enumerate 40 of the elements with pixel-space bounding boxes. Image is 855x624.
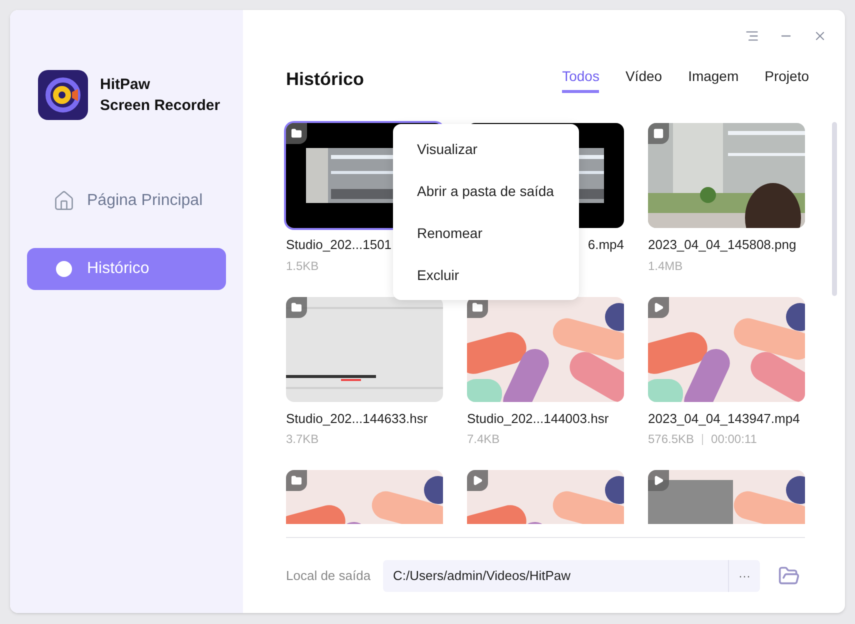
play-icon: [653, 302, 664, 312]
file-size: 1.5KB: [286, 258, 319, 274]
filter-tab[interactable]: Imagem: [688, 66, 739, 92]
menu-item[interactable]: Visualizar: [393, 128, 579, 170]
app-name: Screen Recorder: [100, 96, 220, 116]
folder-icon: [472, 302, 483, 312]
file-duration: 00:00:11: [711, 431, 757, 448]
filter-tab[interactable]: Todos: [562, 66, 600, 92]
file-name: 2023_04_04_145808.png: [648, 236, 796, 254]
file-name: Studio_202...144633.hsr: [286, 410, 428, 428]
file-name: 2023_04_04_143947.mp4: [648, 410, 800, 428]
menu-icon[interactable]: [745, 29, 759, 43]
menu-item[interactable]: Excluir: [393, 254, 579, 296]
browse-button[interactable]: ···: [728, 560, 760, 592]
filter-tab[interactable]: Projeto: [764, 66, 809, 92]
close-icon[interactable]: [813, 29, 827, 43]
menu-item[interactable]: Renomear: [393, 212, 579, 254]
file-size: 576.5KB: [648, 431, 694, 448]
output-path-field[interactable]: C:/Users/admin/Videos/HitPaw ···: [383, 560, 760, 592]
menu-item[interactable]: Abrir a pasta de saída: [393, 170, 579, 212]
scrollbar[interactable]: [832, 122, 837, 296]
folder-icon[interactable]: [778, 565, 800, 587]
app-logo: [38, 70, 88, 120]
play-icon: [472, 475, 483, 486]
folder-icon: [291, 475, 302, 486]
filter-tab[interactable]: Vídeo: [625, 66, 662, 92]
page-title: Histórico: [286, 68, 364, 90]
file-name: Studio_202...144003.hsr: [467, 410, 609, 428]
file-size: 3.7KB: [286, 431, 319, 448]
nav-item[interactable]: Página Principal: [27, 180, 226, 222]
app-name: HitPaw: [100, 75, 152, 95]
folder-icon: [291, 302, 302, 312]
file-size: 7.4KB: [467, 431, 500, 448]
file-name: 6.mp4: [588, 236, 624, 254]
output-label: Local de saída: [286, 567, 372, 586]
home-icon: [53, 190, 75, 212]
play-icon: [653, 475, 664, 486]
folder-icon: [291, 128, 302, 139]
file-size: 1.4MB: [648, 258, 683, 274]
file-name: Studio_202...1501: [286, 236, 392, 254]
